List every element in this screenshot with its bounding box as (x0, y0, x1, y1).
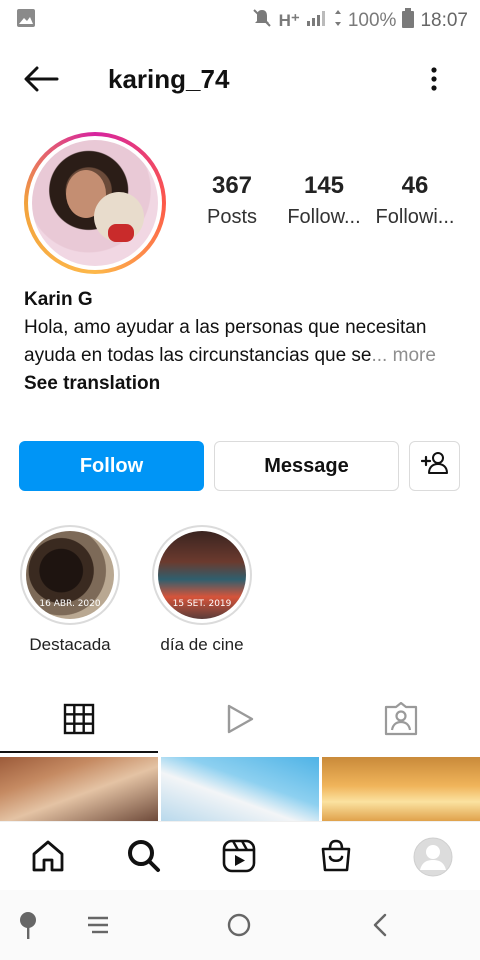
gallery-icon (16, 8, 36, 33)
following-label: Followi... (375, 206, 455, 228)
home-circle-icon[interactable] (221, 908, 257, 942)
suggested-users-button[interactable] (409, 441, 460, 491)
followers-count: 145 (303, 172, 345, 199)
profile-header: karing_74 (0, 50, 480, 108)
followers-label: Follow... (287, 206, 361, 228)
highlight-item[interactable]: 16 ABR. 2020 Destacada (18, 525, 122, 655)
add-user-icon (420, 451, 449, 481)
bio-text: Hola, amo ayudar a las personas que nece… (24, 314, 464, 370)
profile-avatar[interactable] (24, 132, 166, 274)
search-icon[interactable] (124, 836, 164, 876)
active-tab-indicator (0, 751, 158, 753)
highlight-label: día de cine (160, 635, 244, 654)
profile-avatar-icon[interactable] (412, 836, 454, 878)
recent-apps-icon[interactable] (80, 908, 116, 942)
post-thumbnail[interactable] (322, 757, 480, 821)
highlight-date: 16 ABR. 2020 (39, 599, 101, 609)
posts-stat: 367 Posts (198, 172, 266, 229)
posts-grid (0, 757, 480, 821)
highlight-cover: 16 ABR. 2020 (26, 531, 114, 619)
tab-reels[interactable] (161, 690, 319, 752)
bio-body: Hola, amo ayudar a las personas que nece… (24, 317, 427, 366)
more-vertical-icon[interactable] (422, 62, 446, 96)
mute-icon (251, 7, 273, 35)
page-title: karing_74 (108, 64, 230, 94)
network-type: H⁺ (278, 11, 300, 30)
battery-icon (402, 8, 415, 34)
tab-tagged[interactable] (322, 690, 480, 752)
system-navigation (0, 890, 480, 960)
status-bar: H⁺ 100% 18:07 (0, 0, 480, 38)
data-arrows-icon (334, 9, 342, 33)
grid-icon (63, 703, 95, 740)
reels-play-icon (225, 703, 255, 740)
bottom-navigation (0, 821, 480, 889)
post-thumbnail[interactable] (0, 757, 158, 821)
highlight-label: Destacada (29, 635, 111, 654)
highlight-date: 15 SET. 2019 (172, 599, 232, 609)
followers-stat[interactable]: 145 Follow... (282, 172, 366, 229)
back-chevron-icon[interactable] (362, 908, 398, 942)
post-thumbnail[interactable] (161, 757, 319, 821)
bio-more-link[interactable]: ... more (372, 345, 436, 366)
signal-icon (306, 9, 328, 33)
profile-bio: Karin G Hola, amo ayudar a las personas … (24, 286, 464, 398)
following-count: 46 (401, 172, 429, 199)
following-stat[interactable]: 46 Followi... (372, 172, 458, 229)
clock: 18:07 (420, 10, 468, 31)
reels-icon[interactable] (219, 836, 259, 876)
highlight-cover: 15 SET. 2019 (158, 531, 246, 619)
shop-icon[interactable] (316, 836, 356, 876)
follow-button[interactable]: Follow (19, 441, 204, 491)
battery-level: 100% (347, 10, 397, 31)
posts-count: 367 (211, 172, 253, 199)
profile-tabs (0, 690, 480, 754)
home-icon[interactable] (28, 836, 68, 876)
tab-posts-grid[interactable] (0, 690, 158, 752)
see-translation-link[interactable]: See translation (24, 370, 464, 398)
assistant-icon[interactable] (10, 908, 46, 942)
message-button[interactable]: Message (214, 441, 399, 491)
highlight-item[interactable]: 15 SET. 2019 día de cine (150, 525, 254, 655)
back-arrow-icon[interactable] (20, 62, 62, 96)
profile-photo (32, 140, 158, 266)
tagged-icon (384, 701, 418, 741)
posts-label: Posts (206, 206, 258, 228)
status-indicators: H⁺ 100% 18:07 (251, 7, 468, 35)
display-name: Karin G (24, 289, 93, 310)
